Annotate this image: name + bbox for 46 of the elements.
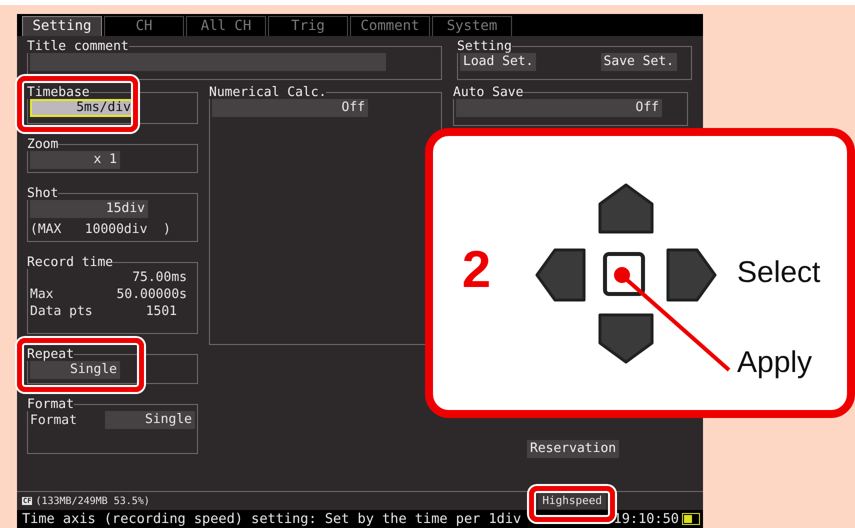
group-label: Repeat xyxy=(27,348,74,361)
center-key-icon xyxy=(603,252,645,296)
tab[interactable]: All CH xyxy=(186,16,266,36)
right-key-icon xyxy=(666,248,716,302)
group-label: Auto Save xyxy=(453,86,524,99)
select-label: Select xyxy=(737,256,820,290)
value-field[interactable]: Single xyxy=(105,411,195,429)
tab[interactable]: CH xyxy=(104,16,184,36)
max-text: (MAX 10000div ) xyxy=(30,222,171,237)
tab[interactable]: Trig xyxy=(268,16,348,36)
value-text: 50.00000s xyxy=(116,286,187,303)
value-field[interactable]: Single xyxy=(30,361,120,379)
apply-label: Apply xyxy=(737,346,812,380)
group-label: Zoom xyxy=(27,138,58,151)
setting-button[interactable]: Save Set. xyxy=(600,53,677,71)
value-field[interactable]: x 1 xyxy=(30,151,120,169)
group-label: Setting xyxy=(457,40,512,53)
clock-text: 19:10:50 xyxy=(614,511,679,527)
group-label: Title comment xyxy=(27,40,129,53)
step-number: 2 xyxy=(462,240,491,300)
title-comment-field[interactable] xyxy=(30,53,386,71)
group-label: Format xyxy=(27,398,74,411)
down-key-icon xyxy=(598,314,654,364)
group-label: Record time xyxy=(27,256,114,269)
reservation-button[interactable]: Reservation xyxy=(527,440,620,458)
left-key-icon xyxy=(536,248,586,302)
group-label: Numerical Calc. xyxy=(209,86,326,99)
tab[interactable]: Comment xyxy=(350,16,430,36)
setting-button[interactable]: Load Set. xyxy=(460,53,536,71)
value-field[interactable]: Off xyxy=(212,99,368,117)
battery-icon xyxy=(682,513,700,525)
row-label: Max xyxy=(30,286,54,303)
group-label: Timebase xyxy=(27,86,90,99)
value-text: 75.00ms xyxy=(132,269,187,286)
value-field[interactable]: 15div xyxy=(30,200,148,218)
up-key-icon xyxy=(598,184,654,234)
row-label: Data pts xyxy=(30,303,93,320)
tab[interactable]: System xyxy=(432,16,512,36)
status-message: Time axis (recording speed) setting: Set by the time per 1div xyxy=(22,511,522,527)
group-label: Shot xyxy=(27,187,58,200)
value-field[interactable]: Off xyxy=(456,99,662,117)
value-text: 1501 xyxy=(146,303,177,320)
row-label: Format xyxy=(30,412,77,428)
value-field[interactable]: 5ms/div xyxy=(30,99,134,117)
tab[interactable]: Setting xyxy=(22,16,102,36)
storage-text: (133MB/249MB 53.5%) xyxy=(35,496,150,506)
